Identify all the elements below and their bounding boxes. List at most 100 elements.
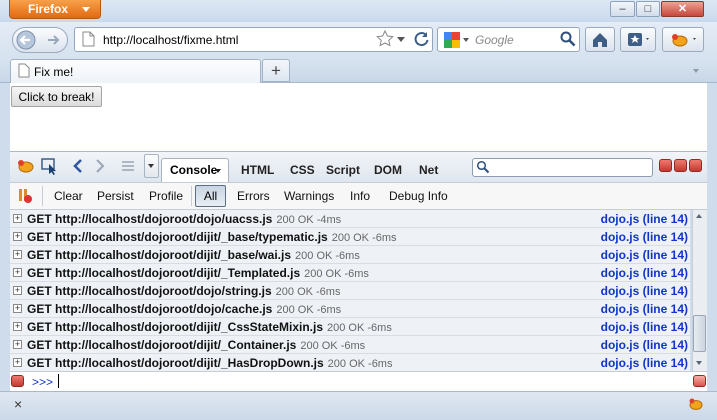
clear-button[interactable]: Clear [54, 189, 83, 203]
log-source-link[interactable]: dojo.js (line 14) [601, 266, 688, 280]
maximize-button[interactable]: □ [636, 1, 660, 17]
expand-command-editor-icon[interactable] [693, 375, 706, 387]
bookmarks-button[interactable] [620, 27, 656, 52]
home-button[interactable] [585, 27, 615, 52]
log-row[interactable]: + GET http://localhost/dojoroot/dijit/_Ha… [10, 354, 690, 372]
log-row[interactable]: + GET http://localhost/dojoroot/dojo/uacs… [10, 210, 690, 228]
expand-icon[interactable]: + [13, 250, 22, 259]
expand-icon[interactable]: + [13, 358, 22, 367]
log-row[interactable]: + GET http://localhost/dojoroot/dijit/_Te… [10, 264, 690, 282]
chevron-right-icon[interactable] [94, 158, 106, 177]
expand-icon[interactable]: + [13, 304, 22, 313]
log-status: 200 OK -6ms [295, 250, 360, 262]
close-window-button[interactable]: ✕ [661, 1, 704, 17]
forward-button[interactable] [42, 27, 66, 53]
log-source-link[interactable]: dojo.js (line 14) [601, 230, 688, 244]
minimize-button[interactable]: – [610, 1, 635, 17]
minimize-panel-button[interactable] [659, 159, 672, 172]
back-button[interactable] [12, 27, 40, 53]
expand-icon[interactable]: + [13, 268, 22, 277]
filter-errors-button[interactable]: Errors [237, 189, 270, 203]
search-icon[interactable] [559, 30, 577, 51]
firefox-menu-button[interactable]: Firefox [9, 0, 101, 19]
reload-icon[interactable] [413, 30, 431, 51]
status-bar [0, 391, 717, 420]
expand-icon[interactable]: + [13, 232, 22, 241]
log-row[interactable]: + GET http://localhost/dojoroot/dojo/cach… [10, 300, 690, 318]
chevron-down-icon[interactable] [397, 37, 405, 42]
search-placeholder: Google [475, 33, 514, 47]
expand-icon[interactable]: + [13, 340, 22, 349]
break-on-errors-icon[interactable] [18, 187, 34, 208]
firebug-icon[interactable] [15, 157, 37, 178]
tab-label[interactable]: Fix me! [34, 65, 73, 79]
firebug-icon [672, 34, 696, 47]
new-tab-button[interactable]: + [262, 59, 290, 82]
log-row[interactable]: + GET http://localhost/dojoroot/dojo/stri… [10, 282, 690, 300]
log-row[interactable]: + GET http://localhost/dojoroot/dijit/_ba… [10, 246, 690, 264]
tab-list-icon[interactable] [693, 69, 699, 73]
log-request: GET http://localhost/dojoroot/dijit/_bas… [27, 248, 292, 262]
log-status: 200 OK -6ms [275, 286, 341, 298]
filter-warnings-button[interactable]: Warnings [284, 189, 334, 203]
expand-icon[interactable]: + [13, 286, 22, 295]
star-icon[interactable] [376, 29, 394, 51]
log-status: 200 OK -6ms [276, 304, 342, 316]
log-row[interactable]: + GET http://localhost/dojoroot/dijit/_Co… [10, 336, 690, 354]
firebug-icon[interactable] [686, 395, 706, 416]
log-request: GET http://localhost/dojoroot/dijit/_bas… [27, 230, 328, 244]
click-to-break-button[interactable]: Click to break! [11, 86, 102, 107]
firebug-toolbar-button[interactable] [662, 27, 704, 52]
log-source-link[interactable]: dojo.js (line 14) [601, 338, 688, 352]
url-text[interactable]: http://localhost/fixme.html [103, 33, 238, 47]
expand-icon[interactable]: + [13, 214, 22, 223]
page-content [10, 83, 707, 151]
log-request: GET http://localhost/dojoroot/dijit/_Has… [27, 356, 324, 370]
log-source-link[interactable]: dojo.js (line 14) [601, 320, 688, 334]
profile-button[interactable]: Profile [149, 189, 183, 203]
list-icon[interactable] [120, 158, 136, 177]
panel-menu-button[interactable] [144, 154, 159, 178]
scroll-up-icon[interactable] [696, 214, 702, 218]
filter-all-button[interactable]: All [195, 185, 226, 207]
log-source-link[interactable]: dojo.js (line 14) [601, 248, 688, 262]
expand-icon[interactable]: + [13, 322, 22, 331]
chevron-down-icon[interactable] [215, 169, 221, 173]
firebug-search-input[interactable] [472, 158, 653, 177]
scroll-down-icon[interactable] [696, 361, 702, 365]
error-indicator-icon[interactable] [11, 375, 24, 387]
scrollbar-thumb[interactable] [693, 315, 706, 352]
log-status: 200 OK -6ms [327, 322, 392, 334]
command-line[interactable] [10, 371, 707, 391]
log-row[interactable]: + GET http://localhost/dojoroot/dijit/_Cs… [10, 318, 690, 336]
page-icon [18, 63, 30, 81]
detach-panel-button[interactable] [674, 159, 687, 172]
home-icon [593, 33, 607, 47]
log-source-link[interactable]: dojo.js (line 14) [601, 302, 688, 316]
command-prompt: >>> [32, 375, 54, 389]
tab-script[interactable]: Script [326, 163, 360, 177]
close-icon[interactable]: × [14, 396, 22, 412]
tab-html[interactable]: HTML [241, 163, 274, 177]
tab-net[interactable]: Net [419, 163, 438, 177]
persist-button[interactable]: Persist [97, 189, 134, 203]
log-source-link[interactable]: dojo.js (line 14) [601, 284, 688, 298]
tab-css[interactable]: CSS [290, 163, 315, 177]
close-panel-button[interactable] [689, 159, 702, 172]
tab-dom[interactable]: DOM [374, 163, 402, 177]
chevron-down-icon[interactable] [463, 38, 469, 42]
log-source-link[interactable]: dojo.js (line 14) [601, 212, 688, 226]
log-status: 200 OK -6ms [304, 268, 369, 280]
log-source-link[interactable]: dojo.js (line 14) [601, 356, 688, 370]
toolbar-separator [191, 186, 192, 206]
log-request: GET http://localhost/dojoroot/dojo/cache… [27, 302, 273, 316]
filter-debug-info-button[interactable]: Debug Info [389, 189, 448, 203]
google-icon[interactable] [443, 31, 461, 52]
inspect-icon[interactable] [40, 157, 60, 178]
tab-console[interactable]: Console [161, 158, 229, 182]
log-request: GET http://localhost/dojoroot/dijit/_Tem… [27, 266, 301, 280]
log-row[interactable]: + GET http://localhost/dojoroot/dijit/_ba… [10, 228, 690, 246]
filter-info-button[interactable]: Info [350, 189, 370, 203]
chevron-left-icon[interactable] [72, 158, 84, 177]
log-request: GET http://localhost/dojoroot/dijit/_Con… [27, 338, 297, 352]
